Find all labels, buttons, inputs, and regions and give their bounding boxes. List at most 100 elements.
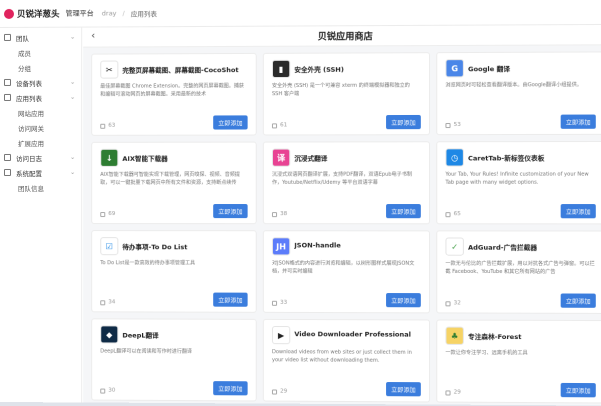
user-count-icon bbox=[271, 300, 278, 306]
user-count: 38 bbox=[280, 211, 288, 218]
user-count-icon bbox=[100, 123, 106, 129]
sidebar-item-3[interactable]: 设备列表 ⌄ bbox=[0, 75, 81, 90]
user-count-icon bbox=[100, 211, 106, 217]
app-description: Your Tab, Your Rules! Infinite customiza… bbox=[445, 171, 589, 186]
user-count-icon bbox=[271, 122, 278, 128]
app-description: 一款无与伦比的广告拦截扩展，用以对抗各式广告与弹窗。可以拦截 Facebook、… bbox=[445, 260, 595, 276]
video-icon: ▶ bbox=[271, 325, 291, 345]
user-count: 69 bbox=[108, 211, 116, 218]
brand-name: 贝锐洋葱头 bbox=[16, 9, 60, 20]
shield-icon: ✓ bbox=[445, 237, 464, 256]
app-card[interactable]: ☑ 待办事项-To Do List To Do List是一款高效的待办事项管理工具… bbox=[91, 230, 257, 313]
app-users: 53 bbox=[445, 122, 461, 128]
add-app-button[interactable]: 立即添加 bbox=[386, 293, 421, 308]
app-description: AIX智能下载器可智能实现下载管理，网页嗅探、视频、音频提取，可以一键批量下载网… bbox=[100, 171, 240, 186]
add-app-button[interactable]: 立即添加 bbox=[386, 114, 421, 130]
sidebar-item-label: 设备列表 bbox=[15, 79, 43, 88]
sidebar-item-label: 系统配置 bbox=[15, 169, 43, 178]
app-users: 33 bbox=[271, 300, 287, 306]
app-card[interactable]: ✓ AdGuard-广告拦截器 一款无与伦比的广告拦截扩展，用以对抗各式广告与弹窗。… bbox=[436, 230, 601, 314]
user-count: 32 bbox=[453, 300, 461, 307]
page-title: 贝锐应用商店 bbox=[317, 32, 373, 43]
user-count-icon bbox=[445, 122, 451, 128]
add-app-button[interactable]: 立即添加 bbox=[560, 382, 596, 398]
app-card[interactable]: ◷ CaretTab-新标签仪表板 Your Tab, Your Rules! In… bbox=[436, 140, 601, 225]
sidebar-item-6[interactable]: 访问网关 bbox=[0, 120, 81, 135]
app-card[interactable]: ✂ 完整页屏幕截图、屏幕截图-CocoShot 最佳屏幕截图 Chrome Exte… bbox=[91, 52, 257, 136]
app-users: 38 bbox=[271, 211, 288, 218]
add-app-button[interactable]: 立即添加 bbox=[213, 381, 248, 396]
app-card[interactable]: ▮ 安全外壳 (SSH) 安全外壳 (SSH) 是一个可兼容 xterm 的终端模拟… bbox=[262, 52, 431, 136]
add-app-button[interactable]: 立即添加 bbox=[213, 292, 248, 307]
sidebar-item-label: 分组 bbox=[17, 64, 32, 73]
user-count: 34 bbox=[108, 299, 116, 306]
sidebar-item-2[interactable]: 分组 bbox=[0, 60, 81, 75]
sidebar-item-5[interactable]: 网站应用 bbox=[0, 105, 81, 120]
immersive-translate-icon: 译 bbox=[271, 148, 291, 167]
sidebar-item-label: 团队信息 bbox=[17, 184, 45, 193]
app-users: 29 bbox=[445, 389, 461, 396]
tree-icon: ♣ bbox=[445, 326, 464, 345]
app-name: 完整页屏幕截图、屏幕截图-CocoShot bbox=[122, 66, 239, 75]
app-card[interactable]: ↓ AIX智能下载器 AIX智能下载器可智能实现下载管理，网页嗅探、视频、音频提取，… bbox=[91, 141, 257, 225]
add-app-button[interactable]: 立即添加 bbox=[213, 115, 248, 130]
sidebar-item-9[interactable]: 系统配置 ⌄ bbox=[0, 165, 81, 180]
page-header: ‹ 贝锐应用商店 bbox=[83, 24, 601, 48]
app-name: Google 翻译 bbox=[468, 65, 510, 74]
add-app-button[interactable]: 立即添加 bbox=[560, 293, 596, 308]
app-description: 最佳屏幕截图 Chrome Extension。完整的网页屏幕截图。捕获和编辑可… bbox=[100, 83, 244, 98]
back-icon[interactable]: ‹ bbox=[91, 31, 95, 42]
app-description: Download videos from web sites or just c… bbox=[271, 349, 412, 364]
app-description: To Do List是一款高效的待办事项管理工具 bbox=[100, 260, 196, 267]
add-app-button[interactable]: 立即添加 bbox=[560, 114, 596, 129]
chevron-down-icon: ⌄ bbox=[70, 93, 76, 101]
user-count: 29 bbox=[280, 388, 288, 395]
sidebar-item-0[interactable]: 团队 ⌄ bbox=[0, 30, 81, 45]
breadcrumb-separator: / bbox=[122, 8, 125, 17]
breadcrumb-team[interactable]: dray bbox=[102, 9, 117, 17]
app-users: 34 bbox=[100, 299, 115, 305]
app-card[interactable]: ▶ Video Downloader Professional Download v… bbox=[262, 318, 431, 403]
app-name: Video Downloader Professional bbox=[294, 330, 412, 339]
sidebar-item-10[interactable]: 团队信息 bbox=[0, 180, 81, 195]
sidebar-item-label: 扩展应用 bbox=[17, 139, 45, 148]
app-description: 对JSON格式的内容进行浏览和编辑，以树形图样式展现JSON文档，并可实时编辑 bbox=[271, 260, 415, 275]
app-name: DeepL翻译 bbox=[122, 331, 159, 340]
main-content: ‹ 贝锐应用商店 ✂ 完整页屏幕截图、屏幕截图-CocoShot 最佳屏幕截图 Ch… bbox=[83, 24, 601, 406]
app-card[interactable]: ♣ 专注森林-Forest 一款让你专注学习、远离手机的工具 29 立即添加 bbox=[436, 319, 601, 404]
team-icon bbox=[3, 33, 11, 41]
app-users: 65 bbox=[445, 211, 461, 218]
app-card[interactable]: JH JSON-handle 对JSON格式的内容进行浏览和编辑，以树形图样式展现J… bbox=[262, 230, 431, 314]
chevron-down-icon: ⌄ bbox=[70, 168, 76, 176]
sidebar-item-label: 访问网关 bbox=[17, 124, 45, 133]
sidebar-item-1[interactable]: 成员 bbox=[0, 45, 81, 60]
chevron-down-icon: ⌄ bbox=[70, 153, 76, 161]
app-users: 61 bbox=[271, 122, 287, 128]
add-app-button[interactable]: 立即添加 bbox=[213, 204, 248, 219]
todo-icon: ☑ bbox=[100, 237, 119, 256]
app-card[interactable]: ◆ DeepL翻译 DeepL翻译可以在阅读和写作时进行翻译 30 立即添加 bbox=[91, 318, 257, 402]
brand-logo-icon bbox=[3, 8, 14, 19]
app-users: 29 bbox=[271, 388, 288, 395]
app-users: 69 bbox=[100, 211, 115, 217]
json-icon: JH bbox=[271, 237, 291, 256]
app-name: CaretTab-新标签仪表板 bbox=[468, 154, 545, 163]
app-name: AIX智能下载器 bbox=[122, 154, 168, 163]
sidebar-item-8[interactable]: 访问日志 ⌄ bbox=[0, 150, 81, 165]
app-card[interactable]: G Google 翻译 浏览网页时可轻松查看翻译版本。由Google翻译小组提供。 5… bbox=[436, 51, 601, 136]
app-name: 专注森林-Forest bbox=[468, 332, 522, 342]
log-icon bbox=[3, 153, 11, 161]
add-app-button[interactable]: 立即添加 bbox=[386, 382, 421, 397]
user-count: 65 bbox=[453, 211, 461, 218]
user-count-icon bbox=[445, 389, 451, 396]
breadcrumb-current: 应用列表 bbox=[130, 9, 157, 18]
settings-icon bbox=[3, 168, 11, 176]
add-app-button[interactable]: 立即添加 bbox=[386, 204, 421, 219]
sidebar-item-7[interactable]: 扩展应用 bbox=[0, 135, 81, 150]
app-card[interactable]: 译沉浸式翻译 沉浸式双语网页翻译扩展，支持PDF翻译，双语Epub电子书制作，Yo… bbox=[262, 141, 431, 225]
sidebar-item-4[interactable]: 应用列表 ⌄ bbox=[0, 90, 81, 105]
app-users: 30 bbox=[100, 388, 115, 394]
app-name: 安全外壳 (SSH) bbox=[294, 65, 344, 74]
user-count: 63 bbox=[108, 122, 116, 129]
add-app-button[interactable]: 立即添加 bbox=[560, 204, 596, 219]
